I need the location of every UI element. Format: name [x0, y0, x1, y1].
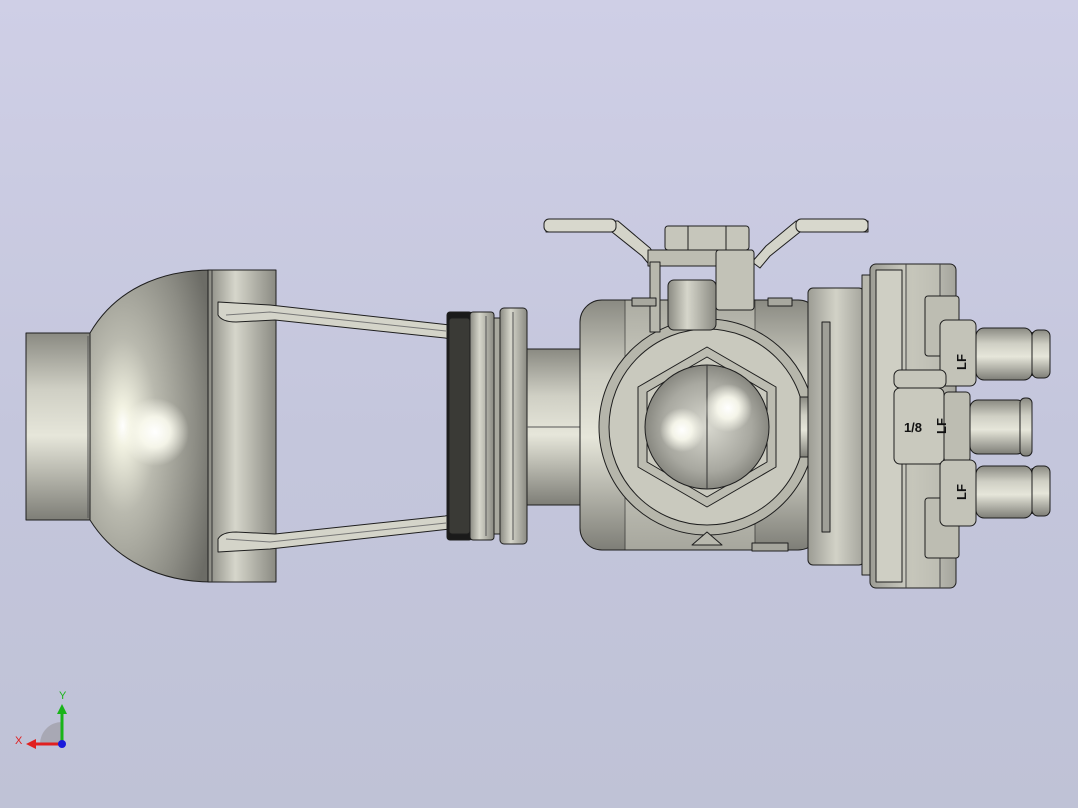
- z-axis-dot: [58, 740, 66, 748]
- cad-viewport[interactable]: LF 1/8 LF LF Y X: [0, 0, 1078, 808]
- clamp-flange: [446, 307, 528, 545]
- x-axis-label: X: [15, 735, 23, 747]
- stamp-bottom-lf: LF: [954, 484, 969, 500]
- stem-nut: [664, 225, 750, 251]
- inlet-pipe: [25, 332, 97, 521]
- stamp-size: 1/8: [904, 420, 922, 435]
- valve-stem: [667, 279, 717, 331]
- cad-model-view[interactable]: LF 1/8 LF LF Y X: [0, 0, 1078, 808]
- axis-triad[interactable]: Y X: [15, 690, 67, 749]
- stamp-top-lf: LF: [954, 354, 969, 370]
- valve-body: [579, 299, 821, 552]
- y-axis-label: Y: [59, 690, 67, 702]
- sphere-highlight: [121, 398, 189, 466]
- stamp-middle-lf: LF: [934, 418, 949, 434]
- fitting-top: [939, 319, 1051, 387]
